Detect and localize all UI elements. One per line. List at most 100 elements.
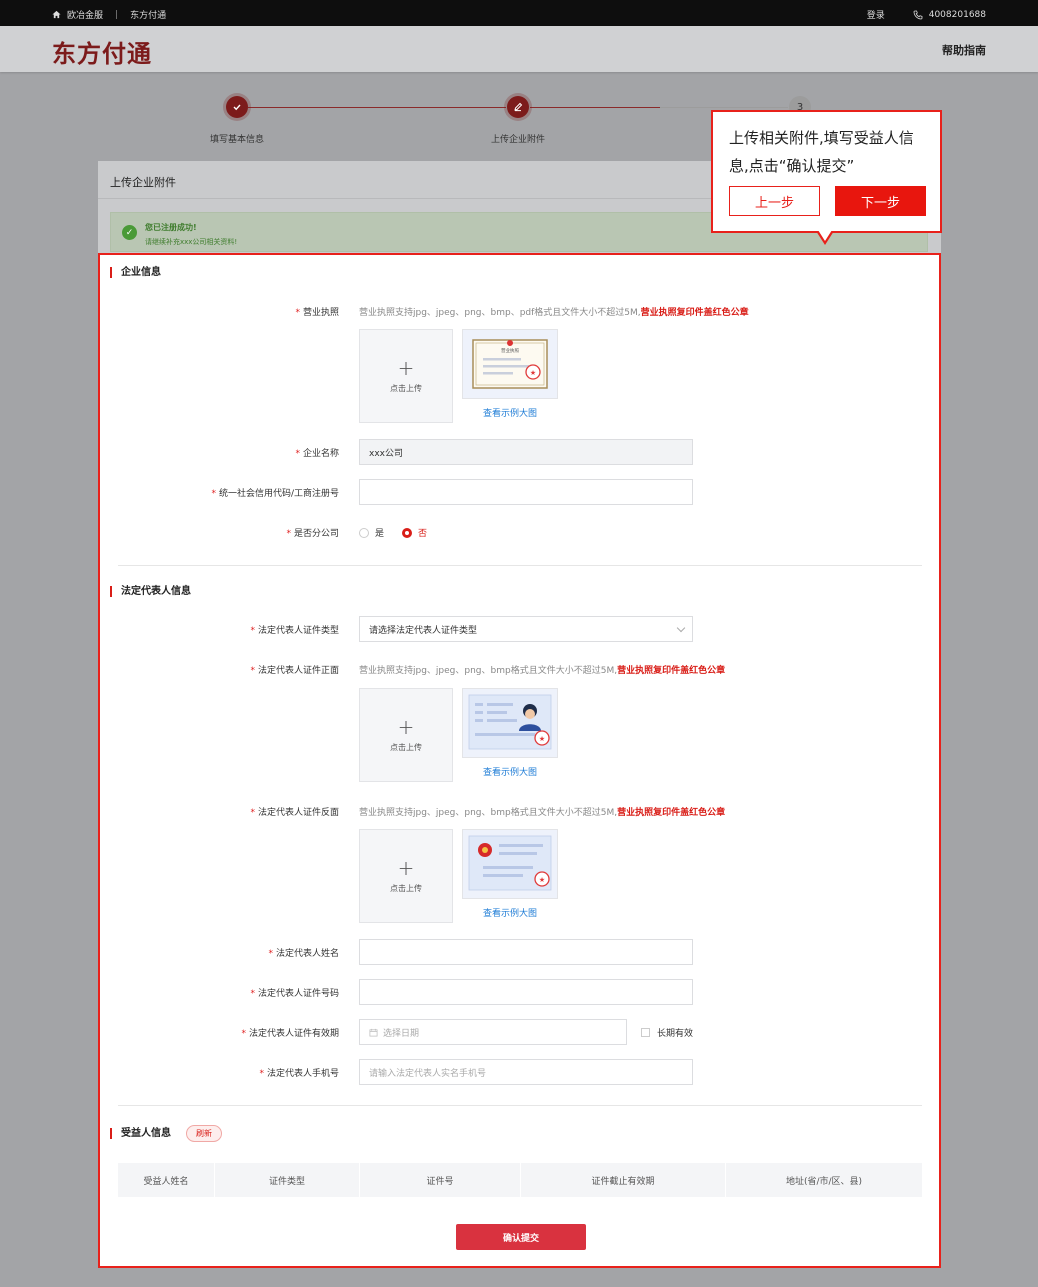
id-front-hint: 营业执照支持jpg、jpeg、png、bmp格式且文件大小不超过5M,营业执照复… [359, 663, 725, 676]
success-title: 您已注册成功! [145, 223, 197, 232]
id-front-sample-link[interactable]: 查看示例大图 [462, 765, 558, 778]
long-term-checkbox[interactable]: 长期有效 [641, 1026, 693, 1039]
license-sample-image[interactable]: 营业执照 ★ [462, 329, 558, 399]
tooltip-text: 上传相关附件,填写受益人信息,点击“确认提交” [729, 129, 914, 175]
column-header: 证件号 [360, 1163, 521, 1197]
top-bar: 欧冶金服 | 东方付通 登录 4008201688 [0, 0, 1038, 26]
svg-text:★: ★ [530, 369, 536, 377]
company-name-value: xxx公司 [369, 448, 403, 459]
legal-name-label-text: 法定代表人姓名 [275, 949, 339, 959]
mobile-field[interactable]: 请输入法定代表人实名手机号 [359, 1059, 693, 1085]
date-placeholder: 选择日期 [383, 1028, 420, 1039]
id-validity-label-text: 法定代表人证件有效期 [248, 1029, 339, 1039]
id-front-upload-button[interactable]: + 点击上传 [359, 688, 453, 782]
id-back-hint-red: 营业执照复印件盖红色公章 [617, 808, 726, 818]
id-number-label-text: 法定代表人证件号码 [257, 989, 339, 999]
branch-radio-yes[interactable]: 是 [359, 526, 384, 539]
mobile-label-text: 法定代表人手机号 [266, 1069, 339, 1079]
top-bar-left: 欧冶金服 | 东方付通 [52, 8, 166, 21]
calendar-icon [369, 1028, 378, 1036]
license-label-text: 营业执照 [302, 308, 339, 318]
id-back-upload-button[interactable]: + 点击上传 [359, 829, 453, 923]
id-back-sample-image[interactable]: ★ [462, 829, 558, 899]
required-mark: * [250, 989, 255, 999]
id-front-label: * 法定代表人证件正面 [250, 663, 339, 676]
license-sample-link[interactable]: 查看示例大图 [462, 406, 558, 419]
chevron-down-icon [676, 623, 686, 633]
help-guide-link[interactable]: 帮助指南 [942, 42, 986, 58]
branch-radio-no[interactable]: 否 [402, 526, 427, 539]
id-card-front-sample-icon: ★ [463, 689, 557, 757]
column-header: 受益人姓名 [118, 1163, 215, 1197]
section-beneficiary-title: 受益人信息 [110, 1128, 171, 1139]
previous-step-button[interactable]: 上一步 [729, 186, 820, 216]
company-name-field[interactable]: xxx公司 [359, 439, 693, 465]
required-mark: * [250, 666, 255, 676]
license-hint-red: 营业执照复印件盖红色公章 [640, 308, 749, 318]
license-label: * 营业执照 [295, 305, 339, 318]
home-link[interactable]: 欧冶金服 [67, 8, 103, 21]
id-type-select[interactable]: 请选择法定代表人证件类型 [359, 616, 693, 642]
checkbox-box [641, 1028, 650, 1037]
radio-circle-selected [402, 527, 412, 538]
id-number-label: * 法定代表人证件号码 [250, 986, 339, 999]
step-connector [660, 107, 788, 108]
step-connector [248, 107, 506, 108]
legal-name-label: * 法定代表人姓名 [268, 946, 339, 959]
phone-icon [913, 10, 923, 19]
site-link[interactable]: 东方付通 [130, 8, 166, 21]
column-header: 地址(省/市/区、县) [785, 1176, 863, 1187]
branch-no-text: 否 [418, 529, 428, 539]
branch-label-text: 是否分公司 [293, 529, 339, 539]
company-name-label-text: 企业名称 [302, 449, 339, 459]
branch-yes-text: 是 [375, 529, 385, 539]
step-2-edit-icon [507, 96, 529, 118]
confirm-submit-button[interactable]: 确认提交 [456, 1224, 586, 1250]
required-mark: * [286, 529, 291, 539]
step-2-label: 上传企业附件 [490, 135, 545, 145]
mobile-placeholder: 请输入法定代表人实名手机号 [369, 1068, 487, 1079]
tooltip-pointer-inner [818, 230, 832, 241]
id-front-sample-image[interactable]: ★ [462, 688, 558, 758]
upload-text: 点击上传 [390, 384, 422, 393]
credit-code-label-text: 统一社会信用代码/工商注册号 [218, 489, 339, 499]
legal-name-field[interactable] [359, 939, 693, 965]
company-name-label: * 企业名称 [295, 446, 339, 459]
id-front-hint-red: 营业执照复印件盖红色公章 [617, 666, 726, 676]
site-header: 东方付通 帮助指南 [0, 26, 1038, 72]
section-legal-title: 法定代表人信息 [110, 586, 191, 597]
beneficiary-table-header: 受益人姓名 证件类型 证件号 证件截止有效期 地址(省/市/区、县) [118, 1163, 922, 1197]
id-number-field[interactable] [359, 979, 693, 1005]
required-mark: * [241, 1029, 246, 1039]
next-step-button[interactable]: 下一步 [835, 186, 926, 216]
refresh-button[interactable]: 刷新 [186, 1125, 222, 1142]
plus-icon: + [397, 856, 415, 880]
id-back-label-text: 法定代表人证件反面 [257, 808, 339, 818]
upload-text: 点击上传 [390, 884, 422, 893]
home-icon [52, 10, 61, 19]
id-back-hint-text: 营业执照支持jpg、jpeg、png、bmp格式且文件大小不超过5M, [359, 808, 618, 818]
plus-icon: + [397, 356, 415, 380]
id-validity-date-picker[interactable]: 选择日期 [359, 1019, 627, 1045]
id-back-sample-link[interactable]: 查看示例大图 [462, 906, 558, 919]
plus-icon: + [397, 715, 415, 739]
branch-label: * 是否分公司 [286, 526, 339, 539]
required-mark: * [211, 489, 216, 499]
column-header: 证件类型 [215, 1163, 360, 1197]
business-license-sample-icon: 营业执照 ★ [463, 330, 557, 398]
required-mark: * [268, 949, 273, 959]
step-1-done-icon [226, 96, 248, 118]
id-validity-label: * 法定代表人证件有效期 [241, 1026, 339, 1039]
service-phone: 4008201688 [928, 9, 986, 20]
attachment-form: 企业信息 * 营业执照 营业执照支持jpg、jpeg、png、bmp、pdf格式且… [98, 253, 941, 1268]
page-title: 上传企业附件 [110, 176, 176, 189]
license-upload-button[interactable]: + 点击上传 [359, 329, 453, 423]
login-link[interactable]: 登录 [867, 8, 885, 21]
section-divider [118, 1105, 922, 1106]
site-logo[interactable]: 东方付通 [52, 34, 152, 69]
credit-code-field[interactable] [359, 479, 693, 505]
step-connector [530, 107, 660, 108]
svg-text:★: ★ [539, 735, 545, 743]
upload-text: 点击上传 [390, 743, 422, 752]
id-type-label: * 法定代表人证件类型 [250, 623, 339, 636]
